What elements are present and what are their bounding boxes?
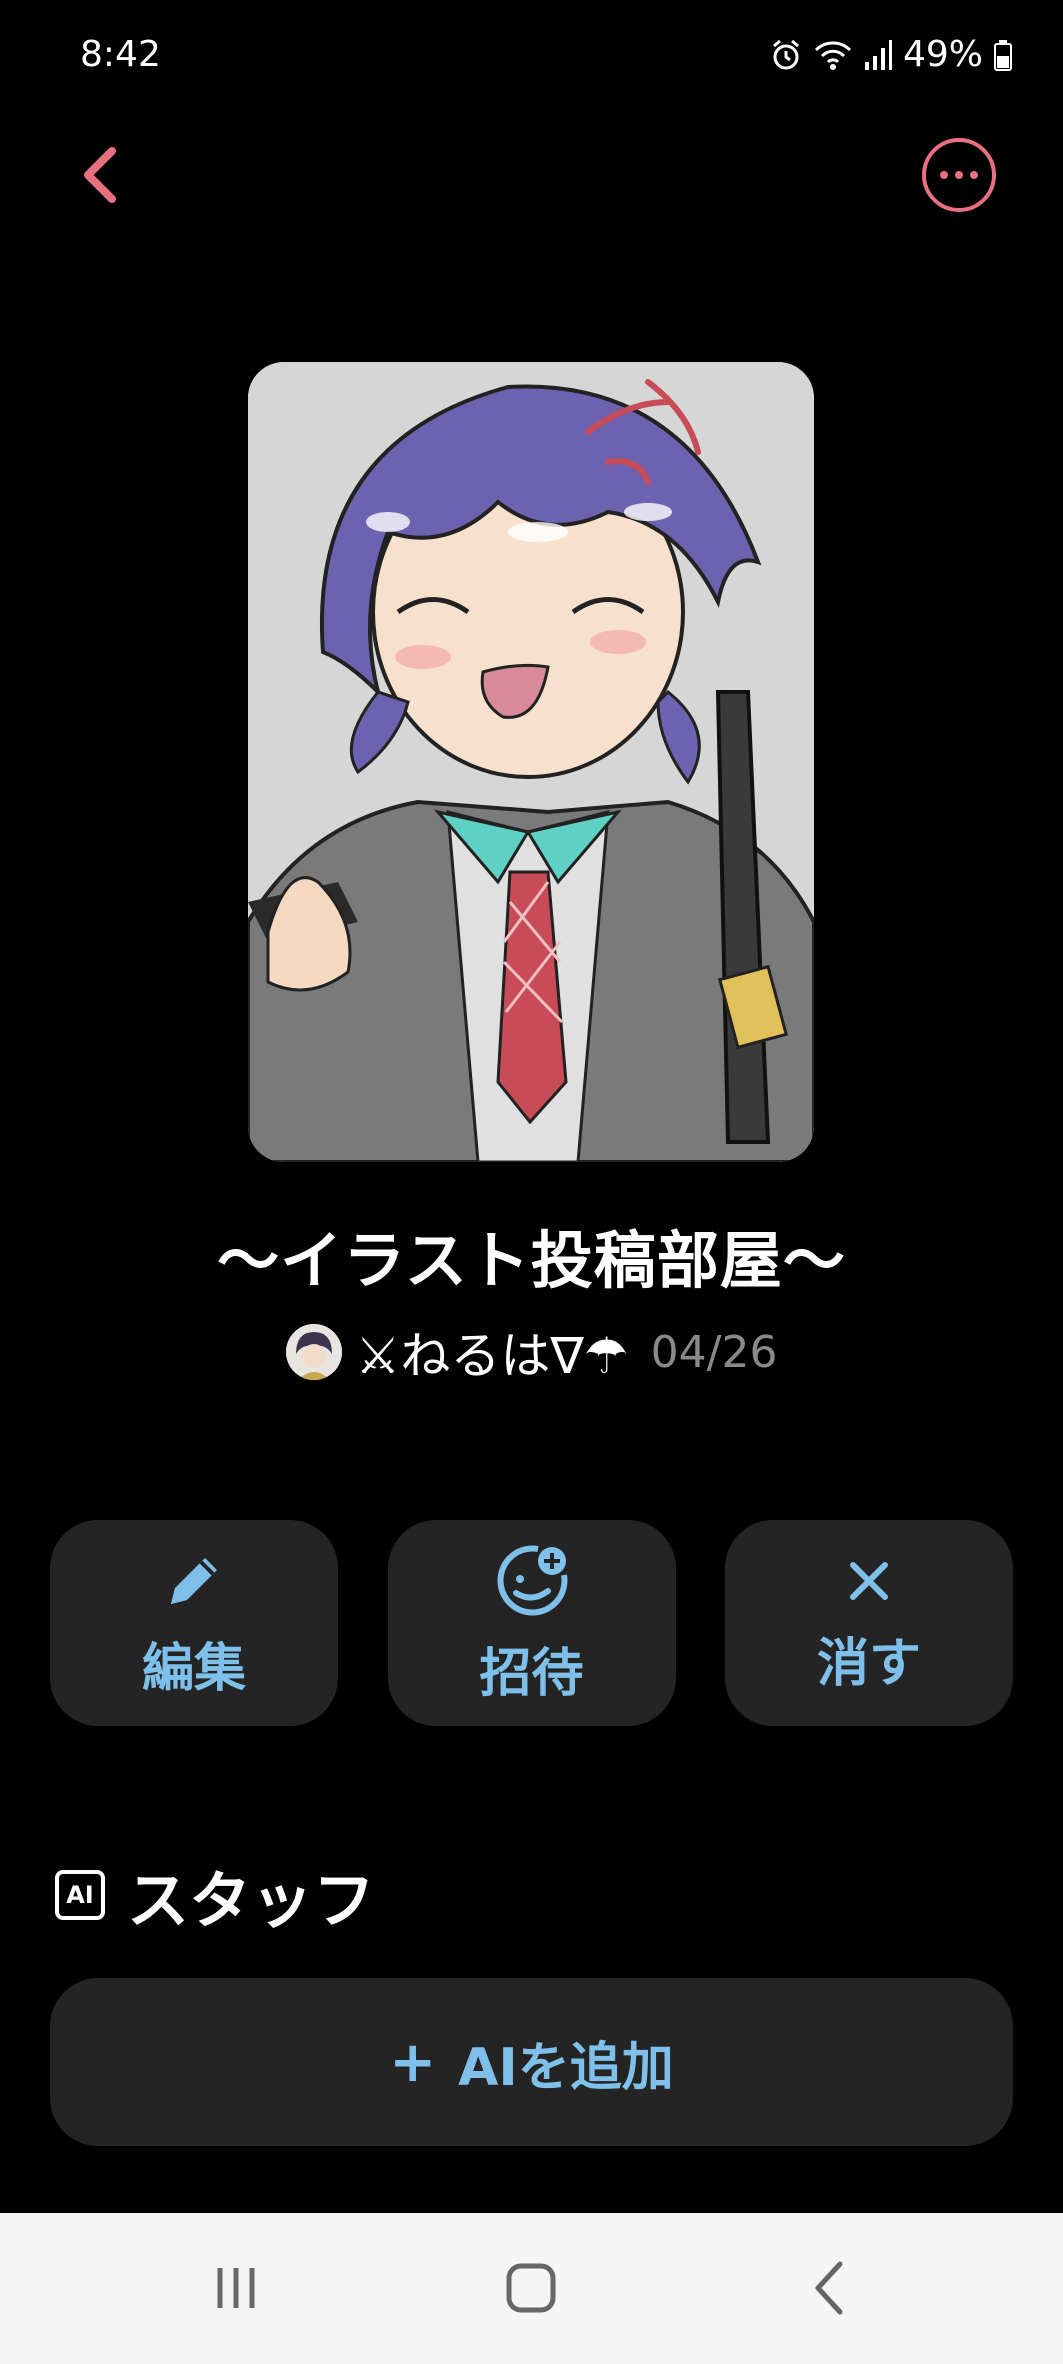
- home-button[interactable]: [481, 2243, 581, 2333]
- recent-apps-icon: [217, 2268, 255, 2308]
- delete-button[interactable]: 消す: [725, 1520, 1013, 1726]
- room-title: 〜イラスト投稿部屋〜: [217, 1224, 846, 1297]
- status-time: 8:42: [80, 34, 161, 75]
- add-ai-button[interactable]: + AIを追加: [50, 1978, 1013, 2146]
- back-icon: [815, 2261, 843, 2315]
- system-back-button[interactable]: [780, 2243, 880, 2333]
- recent-apps-button[interactable]: [186, 2243, 286, 2333]
- more-options-button[interactable]: [922, 138, 996, 212]
- room-actions: 編集 招待 消す: [50, 1520, 1013, 1726]
- signal-icon: [863, 38, 893, 72]
- edit-button[interactable]: 編集: [50, 1520, 338, 1726]
- wifi-icon: [813, 38, 853, 72]
- plus-icon: +: [389, 2029, 437, 2095]
- status-bar: 8:42 49%: [0, 0, 1063, 120]
- battery-percent: 49%: [902, 34, 983, 75]
- more-icon: [940, 171, 948, 179]
- staff-heading: AI スタッフ: [55, 1850, 375, 1940]
- room-meta: ⚔ねるは∇☂ 04/26: [0, 1316, 1063, 1388]
- battery-icon: [993, 38, 1013, 72]
- pencil-icon: [171, 1557, 217, 1604]
- home-icon: [506, 2263, 556, 2313]
- status-icons: 49%: [769, 34, 1013, 75]
- room-date: 04/26: [650, 1326, 778, 1378]
- room-cover-image: [248, 362, 814, 1162]
- edit-label: 編集: [141, 1638, 246, 1699]
- invite-label: 招待: [479, 1643, 584, 1704]
- invite-icon: [496, 1545, 567, 1616]
- add-ai-label: AIを追加: [458, 2037, 674, 2098]
- owner-name[interactable]: ⚔ねるは∇☂: [356, 1316, 629, 1388]
- close-icon: [850, 1561, 888, 1600]
- invite-button[interactable]: 招待: [387, 1520, 676, 1726]
- back-button[interactable]: [70, 140, 130, 210]
- chevron-left-icon: [84, 147, 116, 203]
- staff-title: スタッフ: [127, 1864, 376, 1937]
- ai-badge-icon: AI: [55, 1870, 105, 1920]
- delete-label: 消す: [816, 1633, 921, 1694]
- alarm-icon: [769, 38, 803, 72]
- owner-avatar[interactable]: [285, 1324, 342, 1380]
- system-nav-bar: [0, 2213, 1063, 2364]
